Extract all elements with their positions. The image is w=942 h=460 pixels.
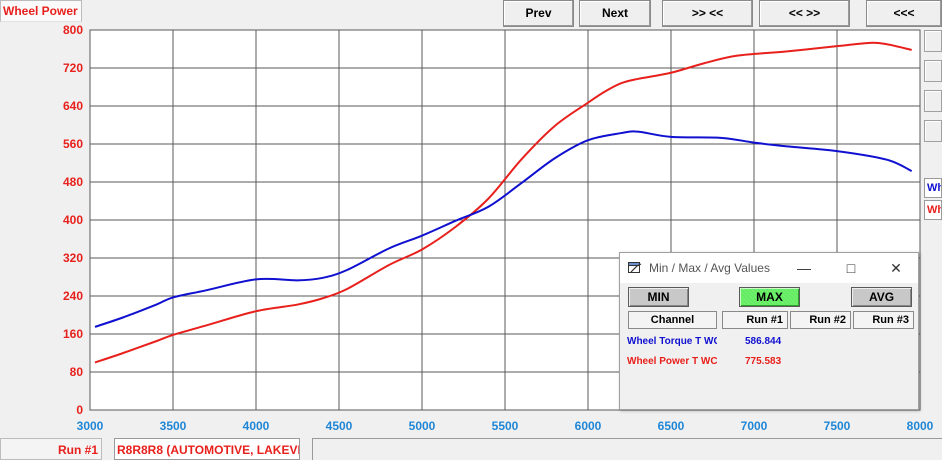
- x-axis-ticks: 3000 3500 4000 4500 5000 5500 6000 6500 7000 7500…: [77, 419, 934, 433]
- close-icon[interactable]: ✕: [885, 258, 907, 278]
- row-value-power-run1: 775.583: [745, 356, 782, 367]
- x-tick-label: 6500: [658, 419, 685, 433]
- column-header-run1[interactable]: Run #1: [722, 311, 788, 329]
- x-tick-label: 8000: [907, 419, 934, 433]
- dialog-title: Min / Max / Avg Values: [649, 261, 770, 275]
- chart-title-tab[interactable]: Wheel Power: [0, 0, 82, 22]
- row-channel-torque: Wheel Torque T WC: [627, 336, 717, 347]
- run-description: R8R8R8 (AUTOMOTIVE, LAKEVIE: [114, 438, 300, 460]
- y-tick-label: 480: [63, 175, 83, 189]
- column-header-run2[interactable]: Run #2: [790, 311, 851, 329]
- legend-torque-label[interactable]: Wh: [924, 178, 942, 198]
- y-tick-label: 400: [63, 213, 83, 227]
- side-button-1[interactable]: [924, 30, 942, 52]
- y-tick-label: 80: [70, 365, 84, 379]
- status-bar: [312, 438, 942, 460]
- min-button[interactable]: MIN: [628, 287, 689, 307]
- row-value-torque-run1: 586.844: [745, 336, 782, 347]
- x-tick-label: 4500: [326, 419, 353, 433]
- y-axis-ticks: 0 80 160 240 320 400 480 560 640 720 800: [63, 23, 83, 417]
- y-tick-label: 160: [63, 327, 83, 341]
- x-tick-label: 4000: [243, 419, 270, 433]
- zoom-in-button[interactable]: >> <<: [662, 0, 753, 27]
- x-tick-label: 5500: [492, 419, 519, 433]
- app-window: 0 80 160 240 320 400 480 560 640 720 800 3000 3500 4…: [0, 0, 942, 460]
- y-tick-label: 720: [63, 61, 83, 75]
- back-button[interactable]: <<<: [866, 0, 942, 27]
- maximize-icon[interactable]: □: [840, 258, 862, 278]
- dialog-titlebar[interactable]: Min / Max / Avg Values — □ ✕: [620, 253, 918, 283]
- x-tick-label: 5000: [409, 419, 436, 433]
- row-channel-power: Wheel Power T WC: [627, 356, 717, 367]
- x-tick-label: 3000: [77, 419, 104, 433]
- run-label[interactable]: Run #1: [0, 438, 102, 460]
- dialog-app-icon: [628, 262, 642, 273]
- y-tick-label: 0: [76, 403, 83, 417]
- y-tick-label: 560: [63, 137, 83, 151]
- prev-button[interactable]: Prev: [503, 0, 574, 27]
- min-max-avg-dialog: Min / Max / Avg Values — □ ✕ MIN MAX AVG…: [619, 252, 919, 410]
- avg-button[interactable]: AVG: [851, 287, 912, 307]
- legend-power-label[interactable]: Wh: [924, 200, 942, 220]
- side-button-2[interactable]: [924, 60, 942, 82]
- x-tick-label: 6000: [575, 419, 602, 433]
- column-header-run3[interactable]: Run #3: [853, 311, 914, 329]
- side-button-3[interactable]: [924, 90, 942, 112]
- x-tick-label: 7500: [824, 419, 851, 433]
- y-tick-label: 800: [63, 23, 83, 37]
- side-button-4[interactable]: [924, 120, 942, 142]
- column-header-channel[interactable]: Channel: [628, 311, 717, 329]
- x-tick-label: 3500: [160, 419, 187, 433]
- zoom-out-button[interactable]: << >>: [759, 0, 850, 27]
- y-tick-label: 320: [63, 251, 83, 265]
- max-button[interactable]: MAX: [739, 287, 800, 307]
- x-tick-label: 7000: [741, 419, 768, 433]
- minimize-icon[interactable]: —: [793, 258, 815, 278]
- y-tick-label: 640: [63, 99, 83, 113]
- next-button[interactable]: Next: [579, 0, 651, 27]
- y-tick-label: 240: [63, 289, 83, 303]
